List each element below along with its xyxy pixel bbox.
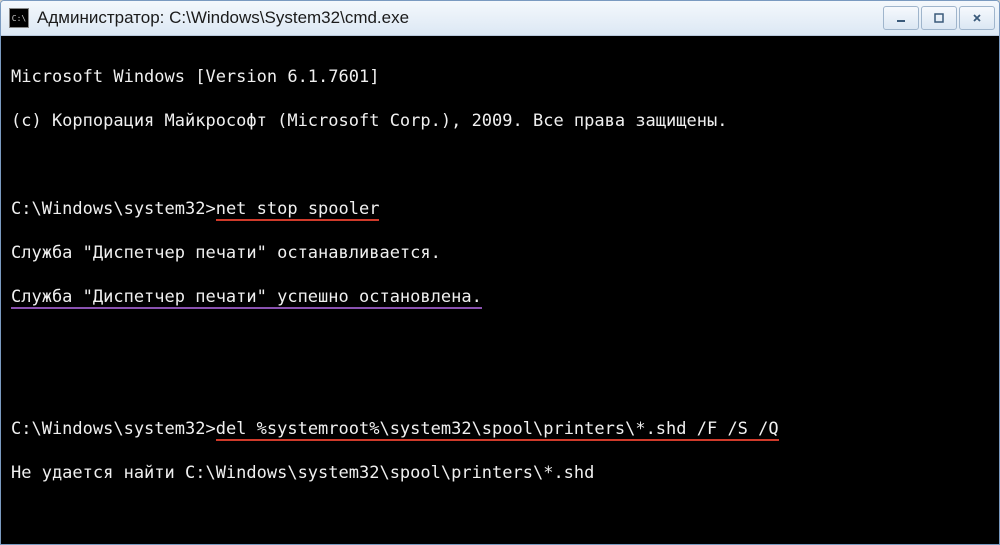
maximize-button[interactable] — [921, 6, 957, 30]
window-controls — [883, 6, 995, 30]
window-title: Администратор: C:\Windows\System32\cmd.e… — [37, 8, 883, 28]
console-line: (c) Корпорация Майкрософт (Microsoft Cor… — [11, 110, 989, 132]
cmd-icon: C:\ — [9, 8, 29, 28]
close-button[interactable] — [959, 6, 995, 30]
console-area[interactable]: Microsoft Windows [Version 6.1.7601] (c)… — [1, 36, 999, 544]
command-output: Служба "Диспетчер печати" успешно остано… — [11, 287, 482, 309]
prompt: C:\Windows\system32> — [11, 199, 216, 219]
console-line: Служба "Диспетчер печати" останавливаетс… — [11, 242, 989, 264]
command-input: del %systemroot%\system32\spool\printers… — [216, 419, 779, 441]
command-input: net stop spooler — [216, 199, 380, 221]
console-blank — [11, 154, 989, 176]
close-icon — [971, 12, 983, 24]
cmd-window: C:\ Администратор: C:\Windows\System32\c… — [0, 0, 1000, 545]
console-line: Microsoft Windows [Version 6.1.7601] — [11, 66, 989, 88]
titlebar[interactable]: C:\ Администратор: C:\Windows\System32\c… — [1, 1, 999, 36]
console-line: C:\Windows\system32>net stop spooler — [11, 198, 989, 220]
console-blank — [11, 330, 989, 352]
maximize-icon — [933, 12, 945, 24]
console-blank — [11, 374, 989, 396]
minimize-icon — [895, 12, 907, 24]
prompt: C:\Windows\system32> — [11, 419, 216, 439]
console-blank — [11, 506, 989, 528]
console-line: Не удается найти C:\Windows\system32\spo… — [11, 462, 989, 484]
minimize-button[interactable] — [883, 6, 919, 30]
console-line: C:\Windows\system32>del %systemroot%\sys… — [11, 418, 989, 440]
console-line: Служба "Диспетчер печати" успешно остано… — [11, 286, 989, 308]
